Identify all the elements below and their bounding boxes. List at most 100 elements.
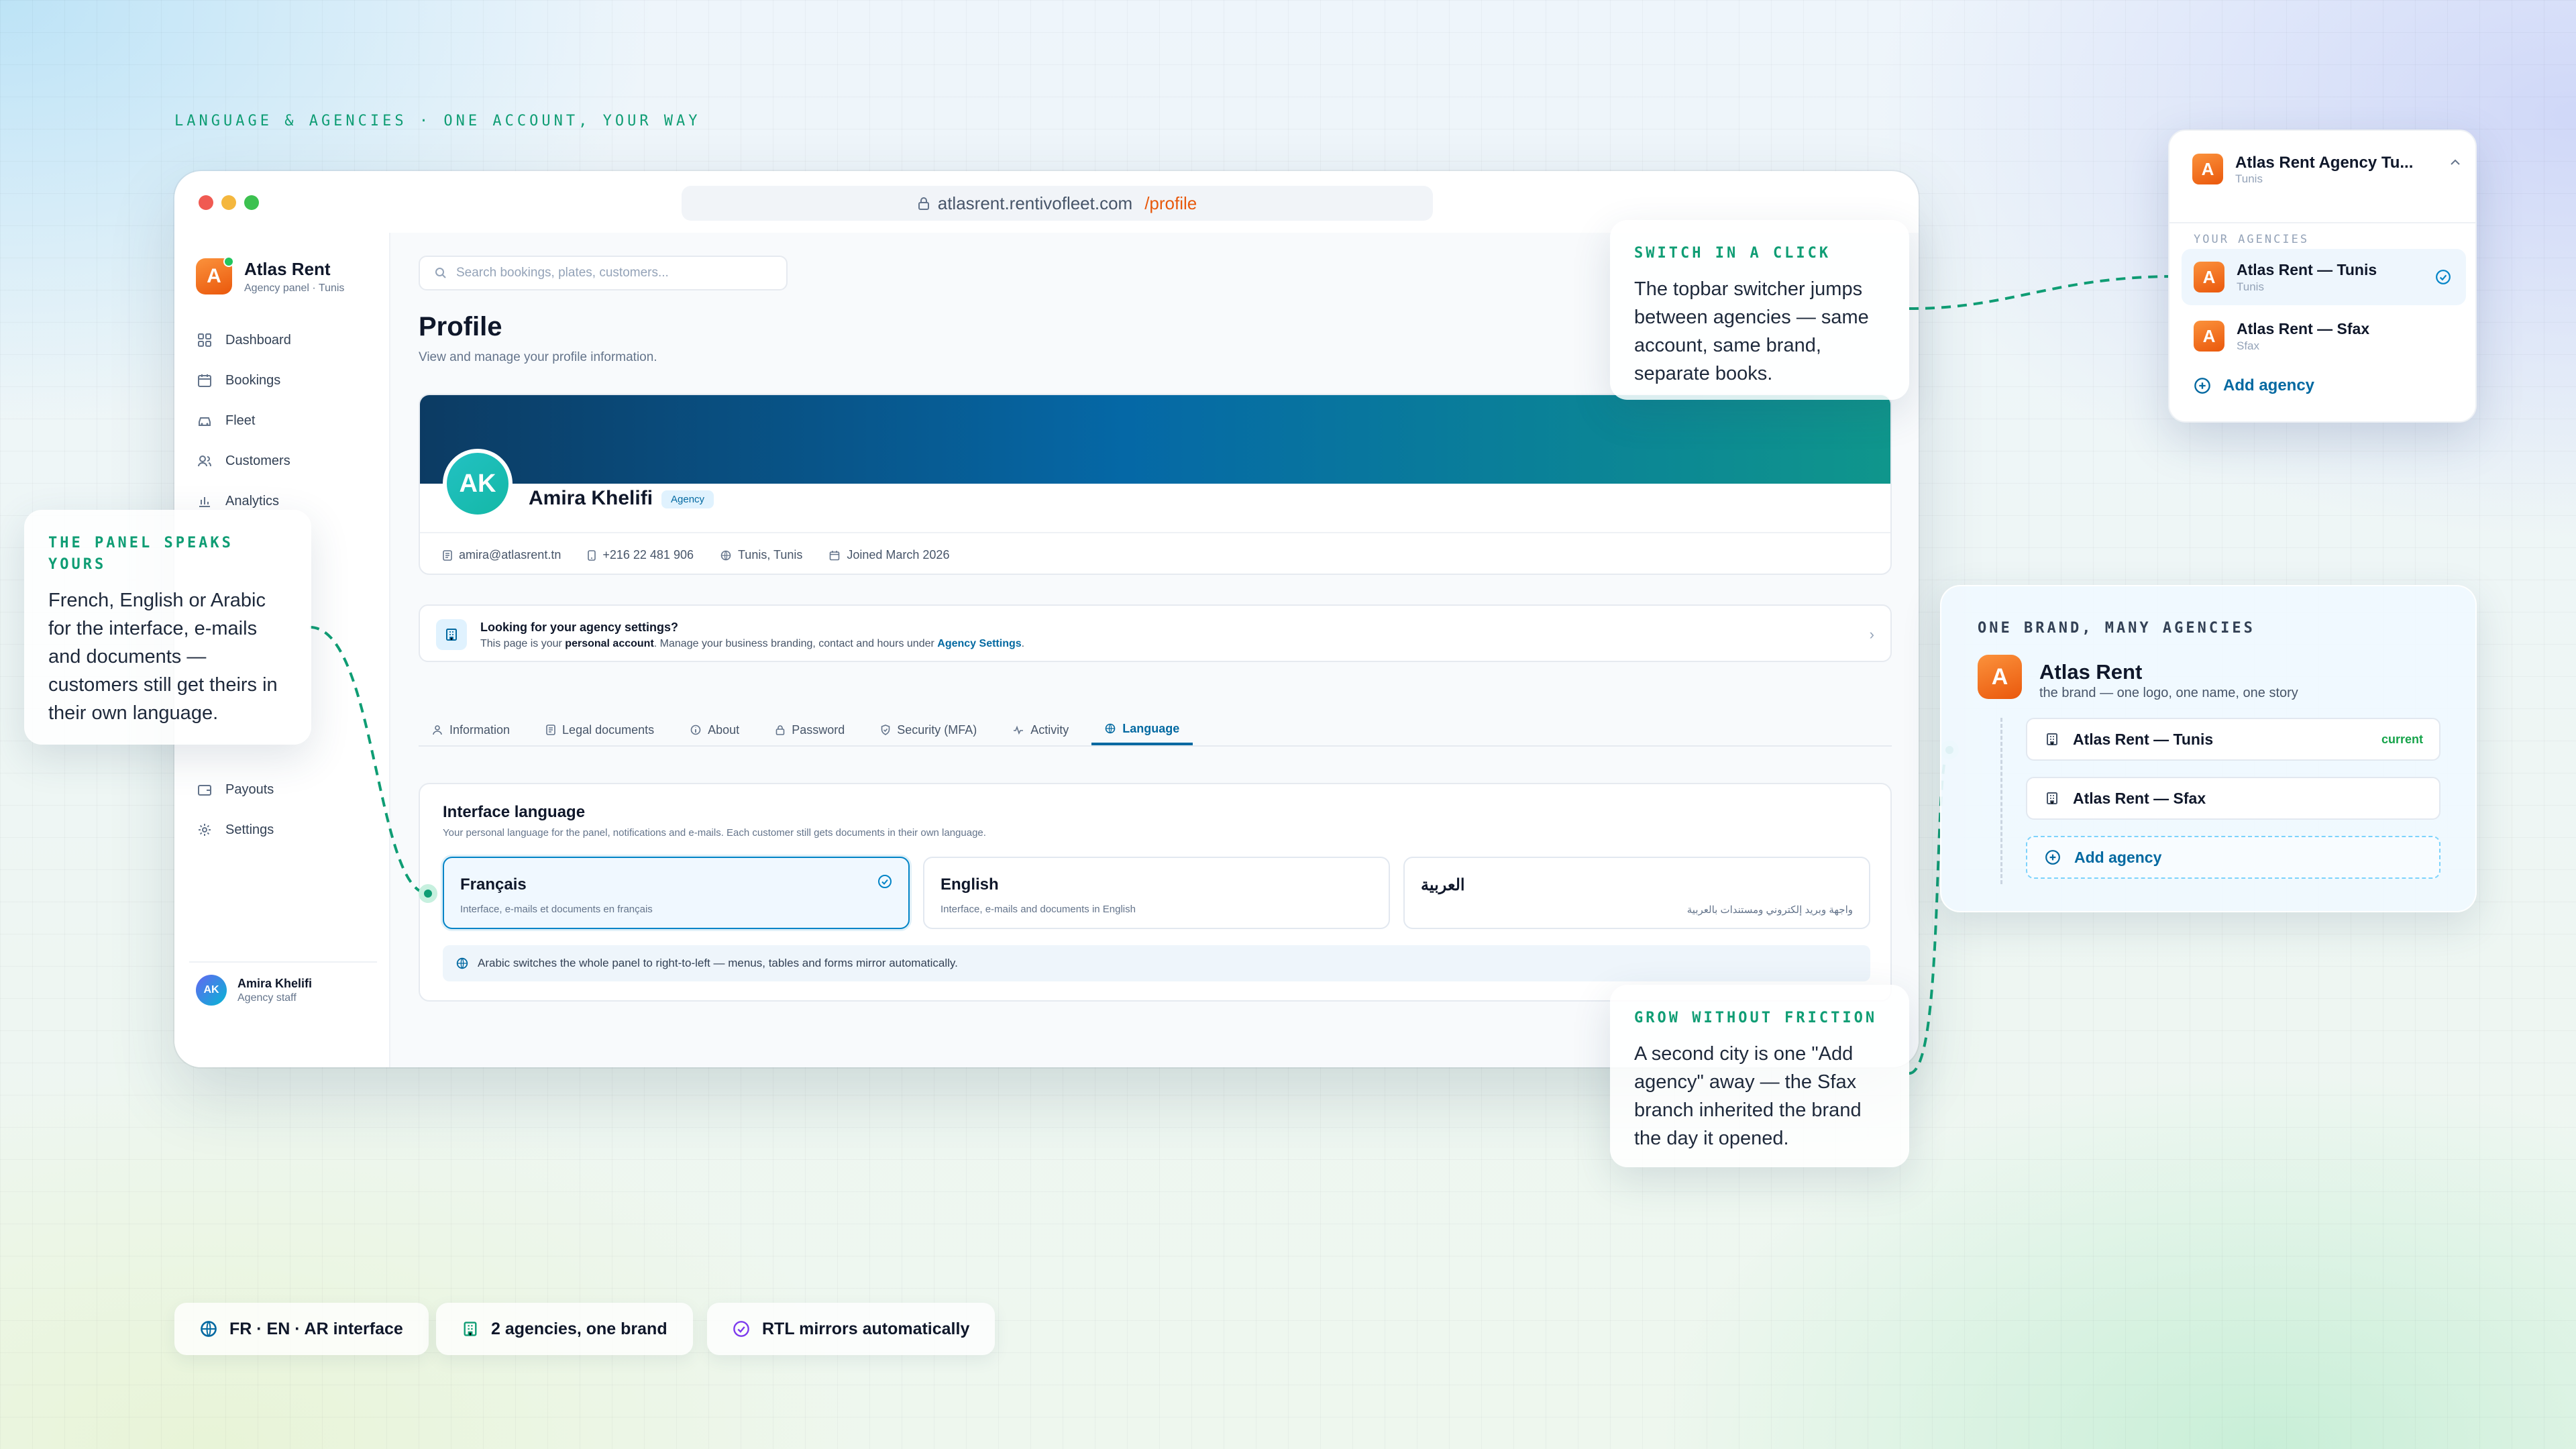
brand-name: Atlas Rent	[244, 258, 331, 279]
close-window-dot[interactable]	[199, 195, 213, 210]
language-option-english[interactable]: English Interface, e-mails and documents…	[923, 857, 1390, 929]
brand-agency-sfax[interactable]: Atlas Rent — Sfax	[2026, 777, 2440, 820]
language-option-name: English	[941, 875, 999, 894]
globe-icon	[456, 957, 468, 969]
calendar-icon	[198, 374, 211, 387]
agency-switcher-dropdown: A Atlas Rent Agency Tu... Tunis YOUR AGE…	[2168, 129, 2477, 423]
profile-phone: +216 22 481 906	[588, 548, 694, 562]
car-icon	[199, 417, 211, 426]
page-title: Profile	[419, 312, 502, 341]
sidebar-brand[interactable]: A Atlas Rent Agency panel · Tunis	[196, 256, 345, 294]
plus-circle-icon	[2045, 850, 2060, 865]
sidebar-item-dashboard[interactable]: Dashboard	[197, 320, 291, 360]
brand-card-key: ONE BRAND, MANY AGENCIES	[1978, 620, 2255, 637]
add-agency-label: Add agency	[2223, 376, 2315, 394]
feature-chip-languages: FR · EN · AR interface	[174, 1303, 429, 1355]
user-icon	[433, 725, 442, 735]
sidebar-item-fleet[interactable]: Fleet	[197, 400, 291, 441]
tab-label: About	[708, 722, 740, 737]
agency-switcher-trigger[interactable]: A Atlas Rent Agency Tu... Tunis	[2192, 154, 2461, 186]
profile-location: Tunis, Tunis	[720, 548, 802, 562]
check-circle-icon	[733, 1321, 749, 1337]
url-host: atlasrent.rentivofleet.com	[937, 193, 1133, 213]
grid-icon	[198, 333, 211, 347]
sidebar-item-label: Analytics	[225, 493, 280, 508]
notice-title: Looking for your agency settings?	[480, 621, 679, 634]
language-option-arabic[interactable]: العربية واجهة وبريد إلكتروني ومستندات با…	[1403, 857, 1870, 929]
feature-chip-rtl: RTL mirrors automatically	[707, 1303, 996, 1355]
language-subtitle: Your personal language for the panel, no…	[443, 827, 986, 839]
tab-about[interactable]: About	[677, 714, 753, 745]
callout-key: SWITCH IN A CLICK	[1634, 245, 1831, 262]
sidebar-item-customers[interactable]: Customers	[197, 441, 291, 481]
profile-avatar[interactable]: AK	[443, 449, 513, 519]
address-bar[interactable]: atlasrent.rentivofleet.com /profile	[682, 186, 1433, 221]
tab-label: Language	[1122, 721, 1180, 735]
brand-agency-name: Atlas Rent — Tunis	[2073, 730, 2214, 748]
agencies-section-label: YOUR AGENCIES	[2194, 233, 2310, 246]
callout-key: GROW WITHOUT FRICTION	[1634, 1010, 1878, 1026]
language-option-french[interactable]: Français Interface, e-mails et documents…	[443, 857, 910, 929]
building-icon	[2047, 733, 2057, 745]
brand-logo: A	[1978, 655, 2022, 699]
sidebar-item-label: Dashboard	[225, 332, 291, 347]
profile-email-text: amira@atlasrent.tn	[459, 548, 561, 561]
tab-information[interactable]: Information	[419, 714, 523, 745]
brand-add-agency-button[interactable]: Add agency	[2026, 836, 2440, 879]
building-icon	[464, 1322, 477, 1336]
sidebar-user[interactable]: AK Amira Khelifi Agency staff	[189, 961, 377, 1018]
maximize-window-dot[interactable]	[244, 195, 259, 210]
sidebar-item-settings[interactable]: Settings	[197, 810, 274, 850]
globe-icon	[720, 550, 731, 560]
language-option-desc: Interface, e-mails and documents in Engl…	[941, 904, 1136, 915]
add-agency-button[interactable]: Add agency	[2194, 376, 2314, 395]
brand-subtitle: Agency panel · Tunis	[244, 282, 345, 294]
phone-icon	[588, 549, 596, 561]
sidebar-item-payouts[interactable]: Payouts	[197, 769, 274, 810]
building-icon	[2047, 792, 2057, 804]
feature-chip-agencies: 2 agencies, one brand	[436, 1303, 693, 1355]
eyebrow-label: LANGUAGE & AGENCIES · ONE ACCOUNT, YOUR …	[174, 113, 701, 129]
agency-settings-notice[interactable]: Looking for your agency settings? This p…	[419, 604, 1892, 662]
profile-joined-text: Joined March 2026	[847, 548, 950, 561]
chevron-up-icon	[2451, 159, 2460, 165]
callout-panel-language: THE PANEL SPEAKS YOURS French, English o…	[24, 510, 311, 745]
language-heading: Interface language	[443, 803, 586, 821]
profile-name: Amira Khelifi	[529, 487, 653, 509]
plus-circle-icon	[2194, 378, 2210, 394]
callout-switch: SWITCH IN A CLICK The topbar switcher ju…	[1610, 220, 1909, 400]
avatar: AK	[196, 975, 227, 1006]
brand-agency-tunis[interactable]: Atlas Rent — Tunis current	[2026, 718, 2440, 761]
sidebar-item-bookings[interactable]: Bookings	[197, 360, 291, 400]
agency-option-name: Atlas Rent — Sfax	[2237, 319, 2370, 337]
globe-icon	[201, 1321, 217, 1337]
agency-option-sfax[interactable]: A Atlas Rent — Sfax Sfax	[2182, 308, 2466, 364]
agency-option-tunis[interactable]: A Atlas Rent — Tunis Tunis	[2182, 249, 2466, 305]
tab-label: Password	[792, 722, 845, 737]
language-option-name: العربية	[1421, 876, 1465, 894]
brand-card: ONE BRAND, MANY AGENCIES A Atlas Rent th…	[1940, 585, 2477, 912]
tab-security-mfa[interactable]: Security (MFA)	[867, 714, 990, 745]
brand-logo: A	[2194, 321, 2224, 352]
profile-phone-text: +216 22 481 906	[602, 548, 694, 561]
agency-option-name: Atlas Rent — Tunis	[2237, 260, 2377, 278]
rtl-note: Arabic switches the whole panel to right…	[443, 945, 1870, 981]
language-option-name: Français	[460, 875, 527, 894]
search-input[interactable]: Search bookings, plates, customers...	[419, 256, 788, 290]
agency-settings-link[interactable]: Agency Settings	[937, 638, 1021, 649]
chip-label: FR · EN · AR interface	[229, 1319, 403, 1338]
activity-icon	[1014, 725, 1024, 735]
users-icon	[198, 455, 211, 467]
notice-text-mid: . Manage your business branding, contact…	[653, 638, 934, 649]
calendar-icon	[830, 550, 840, 560]
minimize-window-dot[interactable]	[221, 195, 236, 210]
profile-card: AK Amira Khelifi Agency amira@atlasrent.…	[419, 394, 1892, 575]
tab-legal-documents[interactable]: Legal documents	[533, 714, 667, 745]
tab-label: Activity	[1030, 722, 1069, 737]
tab-language[interactable]: Language	[1091, 714, 1193, 745]
document-icon	[546, 724, 555, 735]
rtl-note-text: Arabic switches the whole panel to right…	[478, 957, 958, 969]
tab-password[interactable]: Password	[762, 714, 858, 745]
sidebar-item-label: Bookings	[225, 372, 281, 388]
tab-activity[interactable]: Activity	[1000, 714, 1082, 745]
